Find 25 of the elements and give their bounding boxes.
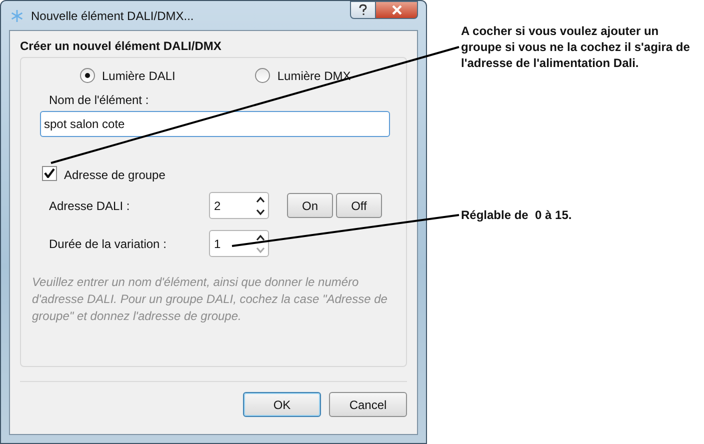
close-icon <box>390 5 402 15</box>
radio-label: Lumière DALI <box>102 68 176 82</box>
dialog-button[interactable]: Cancel <box>329 392 407 417</box>
annotation-text: Réglable de 0 à 15. <box>461 207 572 223</box>
help-button[interactable] <box>350 1 376 19</box>
annotation-text: A cocher si vous voulez ajouter un groupe si vous ne la cochez il s'agira de l'adresse de l'alimentation Dali. <box>461 23 691 71</box>
field-label: Durée de la variation : <box>49 236 168 250</box>
dialog-heading: Créer un nouvel élément DALI/DMX <box>20 39 222 53</box>
spin-box[interactable]: 2 <box>209 192 269 219</box>
checkbox[interactable] <box>42 166 57 180</box>
help-text: Veuillez entrer un nom d'élément, ainsi que donner le numéro d'adresse DALI. Pour un groupe DALI, cochez la case "Adresse de groupe" et donnez l'adresse de groupe. <box>32 274 388 325</box>
snowflake-icon <box>11 10 23 22</box>
toggle-button[interactable]: On <box>287 193 333 218</box>
radio-button[interactable] <box>255 68 270 83</box>
toggle-button[interactable]: Off <box>336 193 382 218</box>
name-input-field[interactable]: spot salon cote <box>40 111 390 137</box>
help-icon <box>358 4 368 16</box>
field-label: Nom de l'élément : <box>49 93 150 107</box>
window-title: Nouvelle élément DALI/DMX... <box>31 8 194 22</box>
field-label: Adresse DALI : <box>49 198 131 212</box>
spin-box[interactable]: 1 <box>209 230 269 257</box>
radio-button[interactable] <box>80 68 95 83</box>
close-button[interactable] <box>375 1 418 19</box>
dialog-button[interactable]: OK <box>243 392 321 417</box>
checkbox-label: Adresse de groupe <box>64 167 166 182</box>
